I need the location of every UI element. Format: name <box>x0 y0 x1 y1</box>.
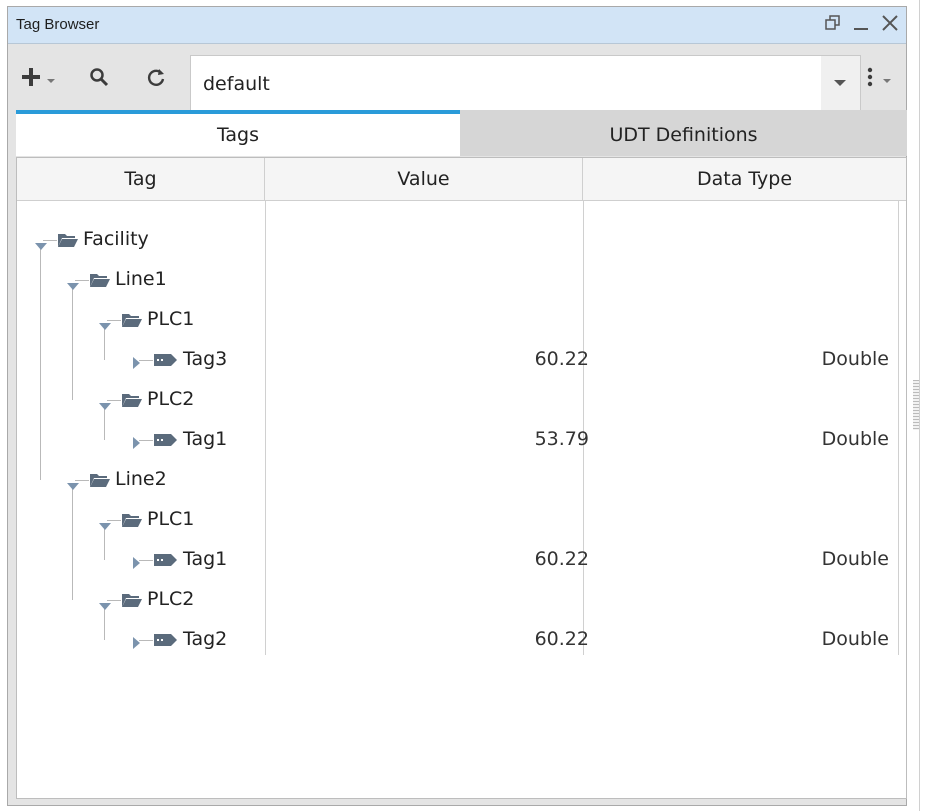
column-header-data-type[interactable]: Data Type <box>583 158 906 200</box>
refresh-button[interactable] <box>145 66 167 92</box>
collapsed-arrow-icon[interactable] <box>133 354 141 373</box>
tag-value: 60.22 <box>534 548 589 570</box>
tag-icon <box>153 632 179 652</box>
tag-data-type: Double <box>821 548 889 570</box>
collapsed-arrow-icon[interactable] <box>133 554 141 573</box>
plus-icon <box>20 66 42 92</box>
folder-open-icon <box>121 592 143 612</box>
divider <box>919 0 920 811</box>
tree-row-tag3[interactable]: Tag3 60.22 Double <box>17 340 906 380</box>
tree-connector <box>139 560 153 561</box>
minimize-icon[interactable] <box>852 14 870 36</box>
collapsed-arrow-icon[interactable] <box>133 634 141 653</box>
tab-strip: Tags UDT Definitions <box>16 110 907 156</box>
tag-data-type: Double <box>821 428 889 450</box>
tag-name: PLC1 <box>147 308 195 330</box>
tag-name: Tag3 <box>183 348 228 370</box>
tree-row-line2[interactable]: Line2 <box>17 460 906 500</box>
tag-name: PLC2 <box>147 388 195 410</box>
expanded-arrow-icon[interactable] <box>67 476 79 495</box>
tree-row-tag2[interactable]: Tag2 60.22 Double <box>17 620 906 660</box>
column-header-value[interactable]: Value <box>265 158 583 200</box>
kebab-menu-icon <box>866 66 874 92</box>
folder-open-icon <box>89 272 111 292</box>
expanded-arrow-icon[interactable] <box>99 516 111 535</box>
tree-connector <box>139 440 153 441</box>
more-options-button[interactable] <box>866 66 892 92</box>
tag-name: Tag1 <box>183 548 228 570</box>
folder-open-icon <box>89 472 111 492</box>
expanded-arrow-icon[interactable] <box>99 396 111 415</box>
search-icon <box>89 67 109 91</box>
tab-tags[interactable]: Tags <box>16 110 460 156</box>
tag-name: Tag1 <box>183 428 228 450</box>
tag-value: 53.79 <box>534 428 589 450</box>
collapsed-arrow-icon[interactable] <box>133 434 141 453</box>
expanded-arrow-icon[interactable] <box>67 276 79 295</box>
tree-row-line1[interactable]: Line1 <box>17 260 906 300</box>
tag-data-type: Double <box>821 628 889 650</box>
expanded-arrow-icon[interactable] <box>35 236 47 255</box>
folder-open-icon <box>121 312 143 332</box>
tag-icon <box>153 352 179 372</box>
tag-name: Line2 <box>115 468 167 490</box>
chevron-down-icon <box>882 70 892 89</box>
tag-name: Facility <box>83 228 149 250</box>
tree-row-tag1[interactable]: Tag1 53.79 Double <box>17 420 906 460</box>
folder-open-icon <box>121 512 143 532</box>
chevron-down-icon <box>46 70 56 89</box>
tag-name: Line1 <box>115 268 167 290</box>
folder-open-icon <box>57 232 79 252</box>
tag-provider-select[interactable]: default <box>190 55 822 111</box>
tag-name: PLC1 <box>147 508 195 530</box>
tag-data-type: Double <box>821 348 889 370</box>
tag-table: Tag Value Data Type Facility Line1 PLC1 Tag… <box>16 157 907 799</box>
tag-provider-value: default <box>203 73 270 95</box>
tag-icon <box>153 432 179 452</box>
folder-open-icon <box>121 392 143 412</box>
add-tag-button[interactable] <box>20 66 56 92</box>
expanded-arrow-icon[interactable] <box>99 316 111 335</box>
tag-value: 60.22 <box>534 628 589 650</box>
chevron-down-icon <box>834 80 846 86</box>
tag-value: 60.22 <box>534 348 589 370</box>
tree-row-tag1[interactable]: Tag1 60.22 Double <box>17 540 906 580</box>
title-bar: Tag Browser <box>8 7 906 44</box>
panel-title: Tag Browser <box>16 16 100 33</box>
search-button[interactable] <box>89 66 109 92</box>
tree-row-facility[interactable]: Facility <box>17 220 906 260</box>
tree-row-plc2[interactable]: PLC2 <box>17 380 906 420</box>
tab-udt-definitions[interactable]: UDT Definitions <box>460 110 907 156</box>
toolbar: default <box>8 44 906 111</box>
table-header: Tag Value Data Type <box>17 158 906 201</box>
tree-row-plc2[interactable]: PLC2 <box>17 580 906 620</box>
refresh-icon <box>145 66 167 92</box>
tag-browser-panel: Tag Browser default Tags UDT Definitions… <box>7 6 907 806</box>
tree-row-plc1[interactable]: PLC1 <box>17 500 906 540</box>
tree-connector <box>139 360 153 361</box>
provider-dropdown-button[interactable] <box>821 55 861 111</box>
tag-icon <box>153 552 179 572</box>
close-icon[interactable] <box>880 13 900 37</box>
restore-icon[interactable] <box>824 14 842 36</box>
column-header-tag[interactable]: Tag <box>17 158 265 200</box>
tag-name: PLC2 <box>147 588 195 610</box>
tree-connector <box>139 640 153 641</box>
expanded-arrow-icon[interactable] <box>99 596 111 615</box>
tag-name: Tag2 <box>183 628 228 650</box>
tree-row-plc1[interactable]: PLC1 <box>17 300 906 340</box>
